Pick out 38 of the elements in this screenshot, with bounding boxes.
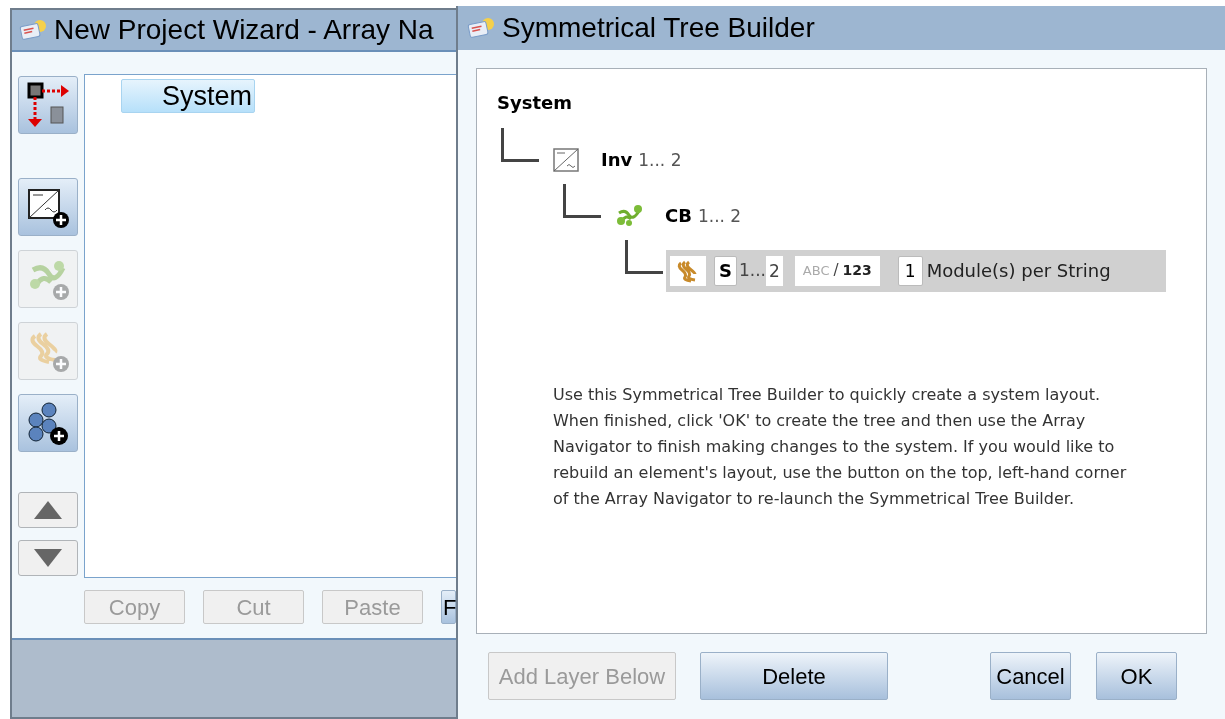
naming-toggle[interactable]: ABC / 123: [794, 255, 880, 286]
name-field: S: [714, 255, 737, 286]
modules-field: 1: [897, 255, 923, 286]
move-down-button[interactable]: [18, 540, 78, 576]
tree-item[interactable]: System: [121, 79, 256, 113]
move-up-button[interactable]: [18, 492, 78, 528]
arrow-down-icon: [34, 549, 62, 567]
dialog-button[interactable]: Cancel: [990, 652, 1071, 701]
connector-line: [625, 239, 663, 274]
modules-label: Module(s) per String: [926, 259, 1111, 284]
layer-name: Inv: [601, 148, 633, 173]
letters-option: ABC: [802, 261, 830, 281]
tree-builder-button[interactable]: [18, 76, 78, 134]
digits-option: 123: [842, 260, 872, 282]
range-text: 1... 2: [638, 149, 682, 173]
dialog-button[interactable]: Delete: [700, 652, 888, 701]
arrow-up-icon: [34, 501, 62, 519]
window-title: New Project Wizard - Array Na: [54, 13, 434, 47]
action-button[interactable]: F: [441, 590, 456, 624]
layer-row[interactable]: S 1... 2 ABC / 123 1 Module(s) per String: [666, 249, 1166, 292]
instructions-text: Use this Symmetrical Tree Builder to quickly create a system layout. When finished, click 'OK' to create the tree and then use the Array Navigator to finish making changes to the system. If you would like to rebuild an element's layout, use the button on the top, left-hand corner of the Array Navigator to re-launch the Symmetrical Tree Builder.: [553, 383, 1128, 510]
range-text: 1...: [738, 259, 766, 282]
add-inverter-button[interactable]: [18, 178, 78, 236]
connector-line: [501, 127, 539, 162]
connector-line: [563, 183, 601, 218]
add-modules-button[interactable]: [18, 394, 78, 452]
range-field: 2: [766, 255, 783, 286]
range-text: 1... 2: [697, 205, 742, 229]
app-icon: [18, 17, 48, 43]
tree-root-label: System: [497, 90, 573, 115]
inverter-icon: [553, 148, 579, 172]
modules-add-icon: [25, 400, 71, 446]
dialog-button[interactable]: OK: [1096, 652, 1177, 701]
layer-name: CB: [665, 204, 692, 229]
combiner-icon: [615, 203, 643, 229]
dialog-title: Symmetrical Tree Builder: [502, 10, 815, 45]
separator-text: /: [833, 260, 839, 282]
tree-layout-icon: [25, 81, 71, 129]
